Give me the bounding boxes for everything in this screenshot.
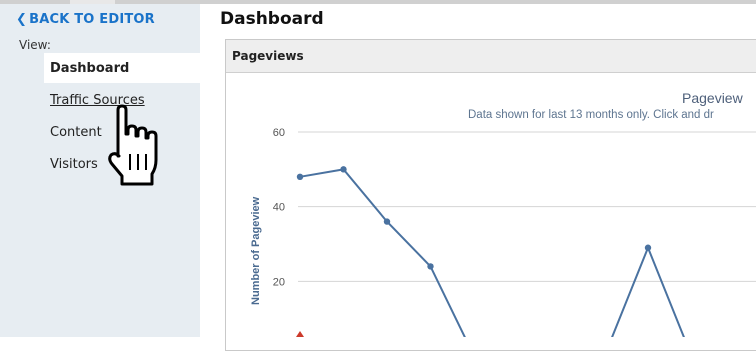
y-tick-label: 40 [273, 202, 285, 214]
y-axis-label: Number of Pageview [250, 196, 262, 305]
data-point[interactable] [296, 173, 304, 180]
y-tick-label: 20 [273, 276, 285, 288]
red-marker-icon [296, 331, 304, 337]
data-point[interactable] [644, 244, 652, 251]
series-line [299, 168, 466, 337]
y-tick-label: 60 [273, 127, 285, 139]
data-point[interactable] [383, 218, 391, 225]
chart-subtitle: Data shown for last 13 months only. Clic… [468, 109, 714, 121]
data-point[interactable] [427, 263, 434, 270]
pageviews-chart[interactable]: Pageview Data shown for last 13 months o… [0, 0, 756, 337]
chart-title: Pageview [682, 90, 744, 106]
series-line [611, 245, 685, 337]
data-point[interactable] [340, 166, 347, 173]
